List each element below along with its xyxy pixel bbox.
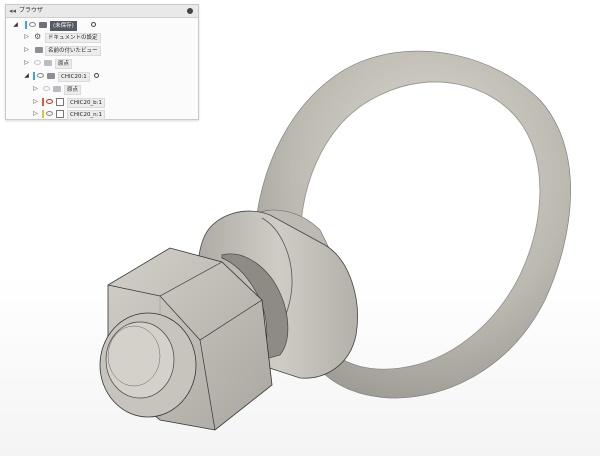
expand-icon[interactable]: ▷ (23, 58, 30, 68)
expand-icon[interactable]: ▷ (32, 97, 39, 107)
folder-icon (53, 86, 61, 92)
browser-panel[interactable]: ◂◂ ブラウザ ◢ (未保存) ▷ ⚙ ドキュメントの設定 ▷ 名前の付いたビュ… (5, 4, 199, 120)
component-icon (47, 73, 55, 79)
body-color-bar (42, 110, 44, 118)
visibility-icon[interactable] (46, 111, 53, 116)
document-icon (39, 22, 47, 28)
model-viewport[interactable]: ◂◂ ブラウザ ◢ (未保存) ▷ ⚙ ドキュメントの設定 ▷ 名前の付いたビュ… (0, 0, 600, 456)
item-label: CHIC20_b:1 (67, 98, 106, 108)
panel-options-icon[interactable] (187, 8, 193, 14)
activate-radio[interactable] (94, 73, 99, 78)
folder-icon (44, 60, 52, 66)
item-label: 原点 (55, 59, 73, 69)
item-label: CHIC20_n:1 (67, 110, 106, 120)
component-color-bar (33, 72, 35, 80)
visibility-icon[interactable] (46, 99, 53, 104)
bolt-tip-inner (105, 321, 175, 399)
item-label: ドキュメントの設定 (45, 33, 101, 43)
activate-radio[interactable] (91, 22, 96, 27)
visibility-icon[interactable] (29, 22, 36, 27)
visibility-icon[interactable] (37, 73, 44, 78)
expand-icon[interactable]: ◢ (23, 71, 30, 81)
root-label: (未保存) (50, 21, 77, 31)
browser-header: ◂◂ ブラウザ (6, 5, 198, 18)
body-icon (56, 110, 64, 118)
root-color-bar (25, 21, 27, 29)
item-label: CHIC20:1 (58, 72, 90, 82)
expand-icon[interactable]: ◢ (12, 20, 19, 30)
tree-root[interactable]: ◢ (未保存) (6, 20, 198, 31)
expand-icon[interactable]: ▷ (23, 45, 30, 55)
browser-title: ブラウザ (19, 7, 44, 14)
collapse-icon[interactable]: ◂◂ (9, 7, 16, 15)
folder-icon (35, 47, 43, 53)
expand-icon[interactable]: ▷ (23, 32, 30, 42)
gear-icon: ⚙ (34, 32, 42, 41)
visibility-icon[interactable] (43, 86, 50, 91)
body-color-bar (42, 98, 44, 106)
item-label: 原点 (64, 85, 82, 95)
item-label: 名前の付いたビュー (45, 46, 101, 56)
expand-icon[interactable]: ▷ (32, 84, 39, 94)
expand-icon[interactable]: ▷ (32, 109, 39, 119)
body-icon (56, 98, 64, 106)
visibility-icon[interactable] (34, 60, 41, 65)
